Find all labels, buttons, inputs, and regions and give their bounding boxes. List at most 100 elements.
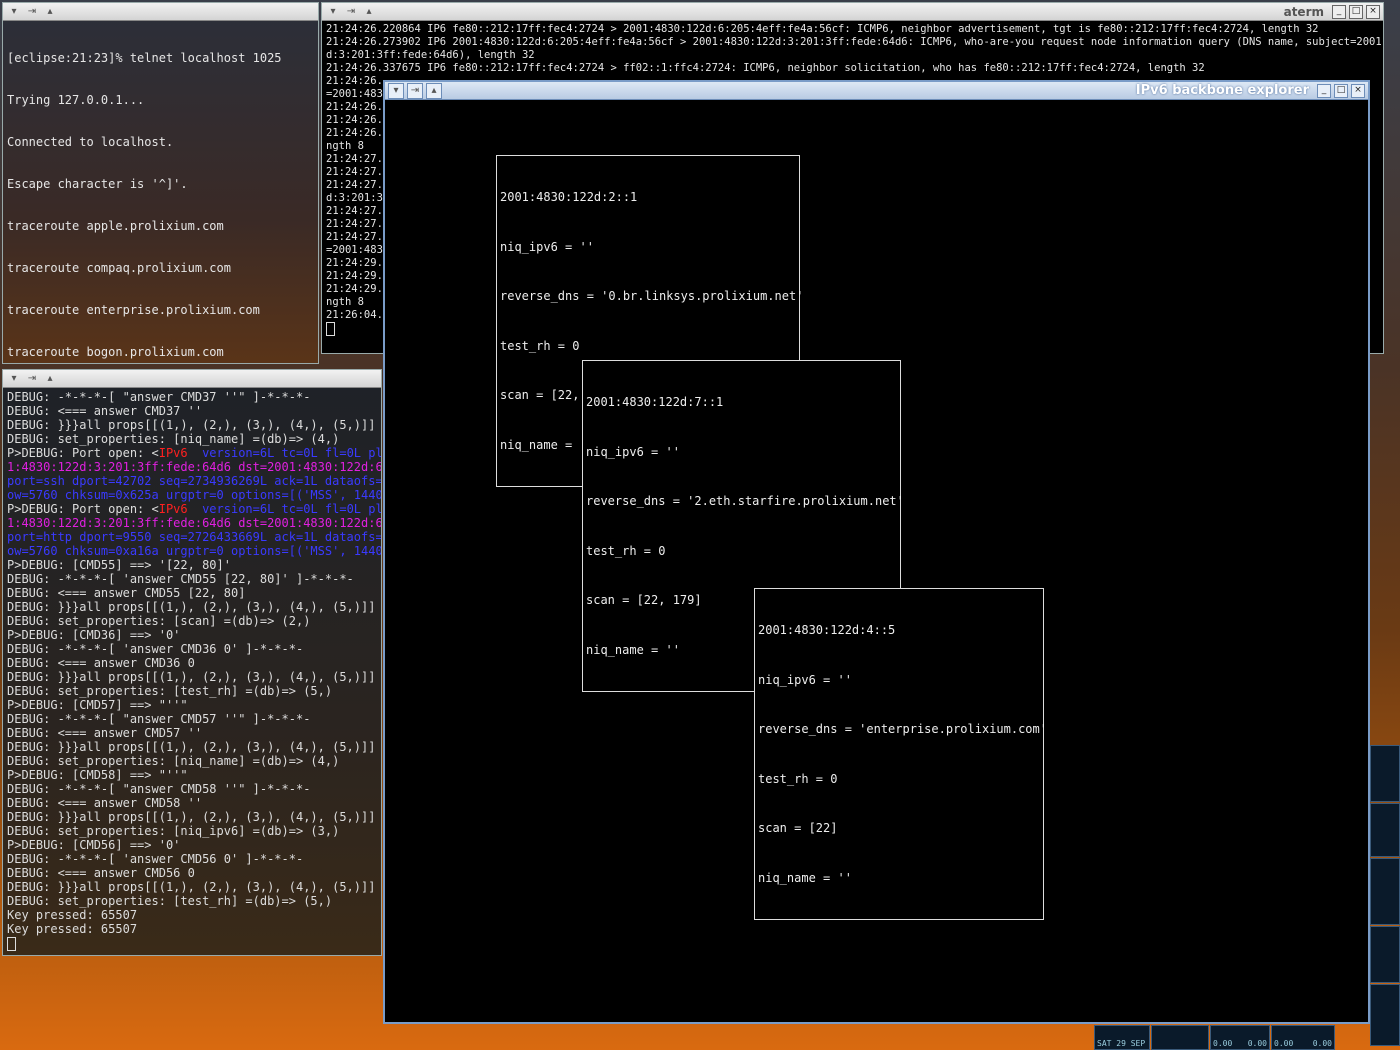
terminal-line: DEBUG: <=== answer CMD37 '' — [7, 404, 203, 418]
graph-canvas[interactable]: 2001:4830:122d:2::1 niq_ipv6 = '' revers… — [385, 100, 1368, 1022]
node-niq-ipv6: niq_ipv6 = '' — [500, 239, 594, 254]
node-niq-ipv6: niq_ipv6 = '' — [586, 444, 680, 459]
terminal-line: DEBUG: <=== answer CMD56 0 — [7, 866, 195, 880]
net-graph-applet[interactable]: 0.00 0.00 — [1210, 1025, 1270, 1050]
aterm-titlebar[interactable]: ▾ ⇥ ▴ aterm _ □ × — [322, 3, 1383, 21]
terminal-line: DEBUG: }}}all props[[(1,), (2,), (3,), (… — [7, 810, 376, 824]
node-reverse-dns: reverse_dns = '2.eth.starfire.prolixium.… — [586, 494, 904, 508]
node-address: 2001:4830:122d:2::1 — [500, 190, 638, 204]
terminal-line: DEBUG: }}}all props[[(1,), (2,), (3,), (… — [7, 880, 376, 894]
shade-icon[interactable]: ▴ — [43, 5, 57, 19]
terminal-line: DEBUG: set_properties: [niq_ipv6] =(db)=… — [7, 824, 340, 838]
shade-icon[interactable]: ▴ — [426, 82, 442, 99]
net-monitor-applet[interactable] — [1370, 858, 1400, 925]
terminal-line: traceroute apple.prolixium.com — [7, 219, 224, 233]
terminal-line: DEBUG: <=== answer CMD58 '' — [7, 796, 203, 810]
node-reverse-dns: reverse_dns = '0.br.linksys.prolixium.ne… — [500, 289, 804, 303]
node-niq-ipv6: niq_ipv6 = '' — [758, 672, 852, 687]
terminal-line: DEBUG: -*-*-*-[ 'answer CMD56 0' ]-*-*-*… — [7, 852, 304, 866]
terminal-line: ow=5760 chksum=0x625a urgptr=0 options=[… — [7, 488, 382, 502]
menu-icon[interactable]: ▾ — [326, 5, 340, 19]
minimize-icon[interactable]: _ — [1332, 4, 1346, 19]
terminal-line: P>DEBUG: [CMD36] ==> '0' — [7, 628, 181, 642]
net-graph-applet[interactable]: 0.00 0.00 — [1271, 1025, 1335, 1050]
telnet-output[interactable]: [eclipse:21:23]% telnet localhost 1025 T… — [3, 21, 318, 363]
net-readout: 0.00 — [1213, 1039, 1233, 1048]
close-icon[interactable]: × — [1366, 4, 1380, 19]
debug-terminal-window[interactable]: ▾ ⇥ ▴ DEBUG: -*-*-*-[ "answer CMD37 ''" … — [2, 369, 382, 956]
window-title: aterm — [1283, 4, 1324, 19]
stick-icon[interactable]: ⇥ — [25, 372, 39, 386]
terminal-line: P>DEBUG: Port open: <IPv6 version=6L tc=… — [7, 502, 382, 516]
disk-monitor-applet[interactable] — [1370, 803, 1400, 857]
close-icon[interactable]: × — [1351, 83, 1365, 98]
net-readout: 0.00 — [1312, 1039, 1332, 1048]
terminal-line: DEBUG: <=== answer CMD55 [22, 80] — [7, 586, 246, 600]
terminal-line: Key pressed: 65507 — [7, 922, 138, 936]
node-info-box: 2001:4830:122d:4::5 niq_ipv6 = '' revers… — [754, 588, 1047, 920]
terminal-line: 21:24:26.337675 IP6 fe80::212:17ff:fec4:… — [326, 62, 1205, 74]
stick-icon[interactable]: ⇥ — [25, 5, 39, 19]
menu-icon[interactable]: ▾ — [388, 82, 404, 99]
terminal-line: [eclipse:21:23]% telnet localhost 1025 — [7, 51, 282, 65]
terminal-line: traceroute enterprise.prolixium.com — [7, 303, 260, 317]
terminal-line: 21:24:26.273902 IP6 2001:4830:122d:6:205… — [326, 36, 1384, 48]
window-title: IPv6 backbone explorer — [1135, 83, 1309, 98]
net-monitor-applet[interactable] — [1370, 926, 1400, 983]
terminal-line: DEBUG: }}}all props[[(1,), (2,), (3,), (… — [7, 418, 376, 432]
cpu-monitor-applet[interactable] — [1370, 745, 1400, 802]
terminal-line: P>DEBUG: [CMD57] ==> "''" — [7, 698, 188, 712]
terminal-line: DEBUG: set_properties: [test_rh] =(db)=>… — [7, 894, 333, 908]
net-monitor-applet[interactable] — [1370, 984, 1400, 1046]
mem-monitor-applet[interactable] — [1151, 1025, 1209, 1050]
terminal-line: port=ssh dport=42702 seq=2734936269L ack… — [7, 474, 382, 488]
debug-titlebar[interactable]: ▾ ⇥ ▴ — [3, 370, 381, 388]
terminal-line: DEBUG: set_properties: [test_rh] =(db)=>… — [7, 684, 333, 698]
clock-applet[interactable]: SAT 29 SEP — [1094, 1025, 1150, 1050]
terminal-line: P>DEBUG: [CMD56] ==> '0' — [7, 838, 181, 852]
node-reverse-dns: reverse_dns = 'enterprise.prolixium.com' — [758, 722, 1047, 736]
terminal-line: port=http dport=9550 seq=2726433669L ack… — [7, 530, 382, 544]
terminal-line: DEBUG: -*-*-*-[ "answer CMD57 ''" ]-*-*-… — [7, 712, 311, 726]
stick-icon[interactable]: ⇥ — [407, 82, 423, 99]
menu-icon[interactable]: ▾ — [7, 5, 21, 19]
node-address: 2001:4830:122d:7::1 — [586, 395, 724, 409]
text-cursor — [7, 936, 16, 951]
terminal-line: DEBUG: <=== answer CMD57 '' — [7, 726, 203, 740]
terminal-line: DEBUG: set_properties: [scan] =(db)=> (2… — [7, 614, 311, 628]
terminal-line: DEBUG: -*-*-*-[ 'answer CMD55 [22, 80]' … — [7, 572, 354, 586]
shade-icon[interactable]: ▴ — [362, 5, 376, 19]
maximize-icon[interactable]: □ — [1334, 83, 1348, 98]
net-readout: 0.00 — [1274, 1039, 1294, 1048]
debug-output[interactable]: DEBUG: -*-*-*-[ "answer CMD37 ''" ]-*-*-… — [3, 388, 381, 952]
node-scan: scan = [22] — [758, 821, 838, 835]
shade-icon[interactable]: ▴ — [43, 372, 57, 386]
node-test-rh: test_rh = 0 — [500, 338, 580, 353]
terminal-line: DEBUG: -*-*-*-[ "answer CMD37 ''" ]-*-*-… — [7, 390, 311, 404]
minimize-icon[interactable]: _ — [1317, 83, 1331, 98]
terminal-line: P>DEBUG: [CMD58] ==> "''" — [7, 768, 188, 782]
terminal-line: traceroute compaq.prolixium.com — [7, 261, 231, 275]
node-test-rh: test_rh = 0 — [758, 771, 838, 786]
explorer-titlebar[interactable]: ▾ ⇥ ▴ IPv6 backbone explorer _ □ × — [385, 82, 1368, 100]
telnet-titlebar[interactable]: ▾ ⇥ ▴ — [3, 3, 318, 21]
node-niq-name: niq_name = '' — [758, 870, 852, 885]
telnet-terminal-window[interactable]: ▾ ⇥ ▴ [eclipse:21:23]% telnet localhost … — [2, 2, 319, 364]
menu-icon[interactable]: ▾ — [7, 372, 21, 386]
ipv6-explorer-window[interactable]: ▾ ⇥ ▴ IPv6 backbone explorer _ □ × 2001:… — [383, 80, 1370, 1024]
terminal-line: d:3:201:3ff:fede:64d6), length 32 — [326, 49, 535, 61]
terminal-line: DEBUG: <=== answer CMD36 0 — [7, 656, 195, 670]
text-cursor — [326, 322, 335, 336]
maximize-icon[interactable]: □ — [1349, 4, 1363, 19]
terminal-line: Key pressed: 65507 — [7, 908, 138, 922]
terminal-line: DEBUG: set_properties: [niq_name] =(db)=… — [7, 432, 340, 446]
node-address: 2001:4830:122d:4::5 — [758, 623, 896, 637]
terminal-line: 1:4830:122d:3:201:3ff:fede:64d6 dst=2001… — [7, 460, 382, 474]
terminal-line: 1:4830:122d:3:201:3ff:fede:64d6 dst=2001… — [7, 516, 382, 530]
terminal-line: P>DEBUG: [CMD55] ==> '[22, 80]' — [7, 558, 231, 572]
stick-icon[interactable]: ⇥ — [344, 5, 358, 19]
terminal-line: P>DEBUG: Port open: <IPv6 version=6L tc=… — [7, 446, 382, 460]
node-test-rh: test_rh = 0 — [586, 543, 666, 558]
terminal-line: DEBUG: -*-*-*-[ 'answer CMD36 0' ]-*-*-*… — [7, 642, 304, 656]
terminal-line: ow=5760 chksum=0xa16a urgptr=0 options=[… — [7, 544, 382, 558]
